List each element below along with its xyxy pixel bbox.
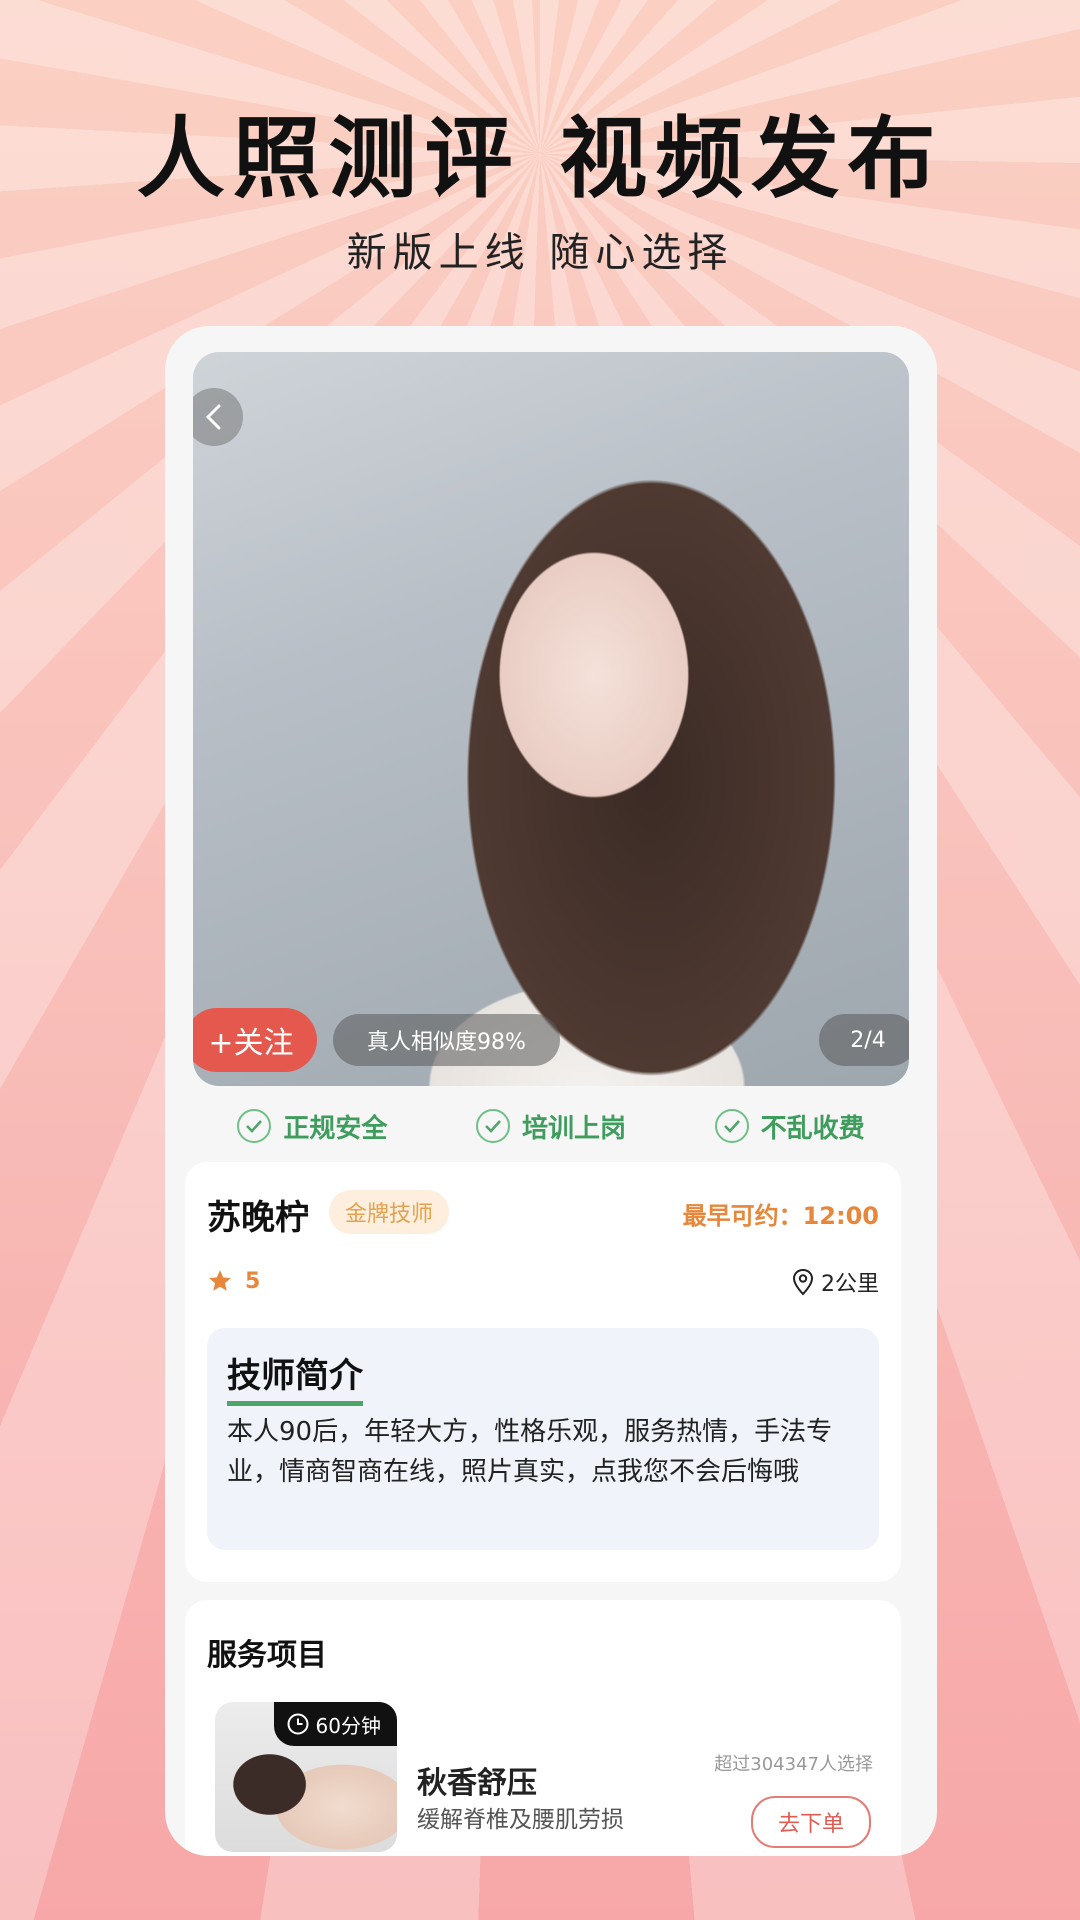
distance-value: 2公里 (821, 1272, 879, 1297)
follow-button[interactable]: +关注 (193, 1008, 317, 1072)
badge-label: 不乱收费 (760, 1113, 865, 1144)
star-icon (209, 1270, 231, 1291)
check-icon (237, 1109, 272, 1143)
intro-box: 技师简介 本人90后，年轻大方，性格乐观，服务热情，手法专业，情商智商在线，照片… (207, 1328, 879, 1550)
technician-name: 苏晚柠 (207, 1198, 309, 1238)
rating-value: 5 (245, 1268, 261, 1294)
distance: 2公里 (791, 1266, 879, 1298)
banner-headline: 人照测评 视频发布 (136, 107, 944, 210)
badge-label: 正规安全 (283, 1113, 388, 1144)
chevron-left-icon (205, 404, 221, 430)
back-button[interactable] (193, 388, 243, 446)
service-thumbnail[interactable]: 60分钟 (215, 1702, 397, 1852)
service-desc: 缓解脊椎及腰肌劳损 (417, 1807, 624, 1833)
phone-screen: +关注 真人相似度98% 2/4 正规安全 培训上岗 不乱收费 苏晚柠 金牌技师… (165, 326, 937, 1856)
rating: 5 (207, 1268, 260, 1294)
duration-badge: 60分钟 (273, 1702, 397, 1746)
photo-page-indicator: 2/4 (819, 1014, 909, 1066)
badge-item: 正规安全 (237, 1108, 387, 1145)
location-pin-icon (792, 1268, 814, 1296)
duration-text: 60分钟 (315, 1713, 381, 1738)
check-icon (475, 1109, 510, 1143)
service-card: 服务项目 60分钟 秋香舒压 缓解脊椎及腰肌劳损 超过304347人选择 去下单 (185, 1600, 901, 1856)
intro-title: 技师简介 (227, 1348, 363, 1406)
badge-item: 不乱收费 (714, 1108, 865, 1145)
badge-label: 培训上岗 (521, 1113, 626, 1144)
check-icon (714, 1109, 749, 1143)
banner-subline: 新版上线 随心选择 (346, 230, 734, 276)
service-name: 秋香舒压 (417, 1766, 537, 1801)
order-button[interactable]: 去下单 (751, 1796, 871, 1848)
intro-text: 本人90后，年轻大方，性格乐观，服务热情，手法专业，情商智商在线，照片真实，点我… (227, 1417, 833, 1487)
gold-badge: 金牌技师 (329, 1190, 450, 1234)
service-count: 超过304347人选择 (714, 1754, 873, 1775)
technician-photo[interactable]: +关注 真人相似度98% 2/4 (193, 352, 909, 1086)
technician-card: 苏晚柠 金牌技师 最早可约：12:00 5 2公里 技师简介 本人90后，年轻大… (185, 1162, 901, 1582)
clock-icon (287, 1713, 309, 1735)
trust-badges: 正规安全 培训上岗 不乱收费 (193, 1098, 909, 1154)
service-section-title: 服务项目 (207, 1638, 327, 1673)
badge-item: 培训上岗 (475, 1108, 626, 1145)
earliest-time: 最早可约：12:00 (682, 1202, 879, 1230)
similarity-badge: 真人相似度98% (333, 1014, 560, 1066)
